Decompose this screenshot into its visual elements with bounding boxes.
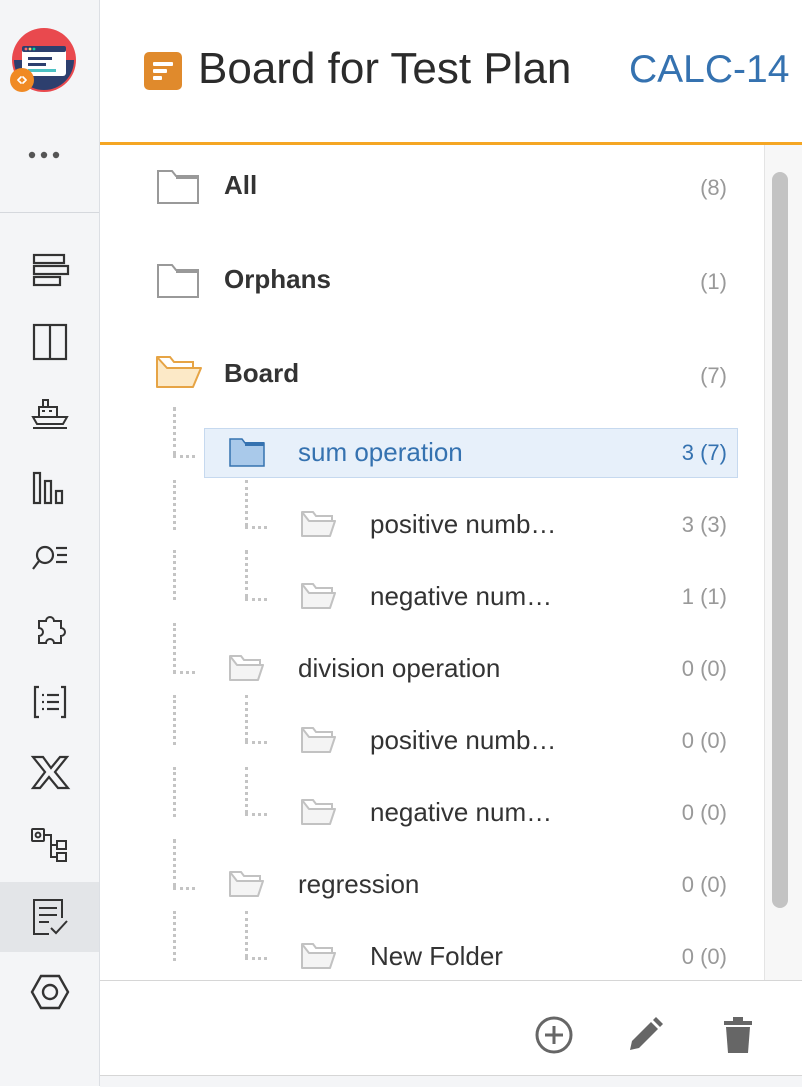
tree-item-count: (1) [700, 269, 727, 294]
tree-item-count: (7) [700, 363, 727, 388]
puzzle-icon[interactable] [0, 595, 99, 665]
tree-item-board[interactable]: Board (7) [100, 343, 764, 403]
tree-item-negative-numbers[interactable]: negative num… 0 (0) [100, 788, 764, 848]
tree-item-label: positive numb… [370, 725, 557, 755]
edit-icon [630, 1017, 663, 1050]
tree-item-negative-numbers[interactable]: negative num… 1 (1) [100, 572, 764, 632]
scrollbar-thumb[interactable] [772, 172, 788, 908]
tree-item-label: Board [224, 358, 300, 388]
list-brackets-icon[interactable] [0, 667, 99, 737]
selection-highlight [204, 428, 738, 478]
page-header: Board for Test Plan CALC-14 [100, 0, 802, 145]
tree-item-label: regression [298, 869, 420, 899]
tree-item-label: All [224, 170, 258, 200]
folder-open-icon [301, 943, 336, 969]
delete-icon [724, 1017, 752, 1053]
tree-structure-icon[interactable] [0, 809, 99, 879]
folder-open-icon [301, 511, 336, 537]
tree-item-orphans[interactable]: Orphans (1) [100, 249, 764, 309]
folder-open-icon [301, 799, 336, 825]
tree-item-new-folder[interactable]: New Folder 0 (0) [100, 932, 764, 980]
folder-open-icon [156, 356, 202, 388]
tree-item-positive-numbers[interactable]: positive numb… 3 (3) [100, 500, 764, 560]
page-title: Board for Test Plan [198, 44, 572, 93]
more-icon[interactable] [27, 148, 61, 162]
folder-icon [229, 438, 265, 467]
xray-icon[interactable] [0, 737, 99, 807]
app-logo[interactable] [6, 24, 80, 98]
tree-item-division-operation[interactable]: division operation 0 (0) [100, 644, 764, 704]
ship-icon[interactable] [0, 377, 99, 447]
test-plan-checklist-icon[interactable] [0, 882, 99, 952]
tree-item-count: (8) [700, 175, 727, 200]
tree-item-label: New Folder [370, 941, 503, 971]
reports-icon[interactable] [0, 453, 99, 523]
issue-key-link[interactable]: CALC-14 [629, 48, 789, 92]
tree-item-count: 3 (7) [681, 440, 727, 465]
rail-divider [0, 212, 99, 213]
folder-icon [157, 170, 199, 204]
tree-item-regression[interactable]: regression 0 (0) [100, 860, 764, 920]
tree-item-sum-operation[interactable]: sum operation 3 (7) [100, 428, 764, 488]
search-list-icon[interactable] [0, 523, 99, 593]
add-folder-icon [535, 1016, 573, 1054]
test-plan-icon [144, 52, 182, 90]
columns-icon[interactable] [0, 307, 99, 377]
tree-item-label: positive numb… [370, 509, 557, 539]
panel-bottom-border [100, 1075, 802, 1087]
tree-item-count: 3 (3) [681, 512, 727, 537]
tree-item-count: 0 (0) [681, 872, 727, 897]
add-folder-button[interactable] [530, 1011, 578, 1059]
tree-item-count: 0 (0) [681, 944, 727, 969]
tree-item-all[interactable]: All (8) [100, 155, 764, 215]
edit-folder-button[interactable] [621, 1011, 669, 1059]
tree-item-count: 0 (0) [681, 656, 727, 681]
folder-icon [157, 264, 199, 298]
tree-item-positive-numbers[interactable]: positive numb… 0 (0) [100, 716, 764, 776]
folder-open-icon [229, 871, 264, 897]
folder-tree: All (8) Orphans (1) Board (7) sum operat… [100, 145, 764, 980]
tree-item-label: division operation [298, 653, 501, 683]
boards-icon[interactable] [0, 235, 99, 305]
folder-open-icon [301, 727, 336, 753]
tree-item-count: 0 (0) [681, 728, 727, 753]
tree-item-count: 0 (0) [681, 800, 727, 825]
folder-open-icon [301, 583, 336, 609]
tree-item-label: sum operation [298, 437, 463, 467]
delete-folder-button[interactable] [714, 1011, 762, 1059]
tree-item-label: negative num… [370, 797, 553, 827]
folder-open-icon [229, 655, 264, 681]
left-nav-rail [0, 0, 100, 1086]
settings-hexagon-icon[interactable] [0, 957, 99, 1027]
tree-item-count: 1 (1) [681, 584, 727, 609]
tree-item-label: negative num… [370, 581, 553, 611]
tree-actions-footer [100, 980, 802, 1076]
tree-item-label: Orphans [224, 264, 331, 294]
